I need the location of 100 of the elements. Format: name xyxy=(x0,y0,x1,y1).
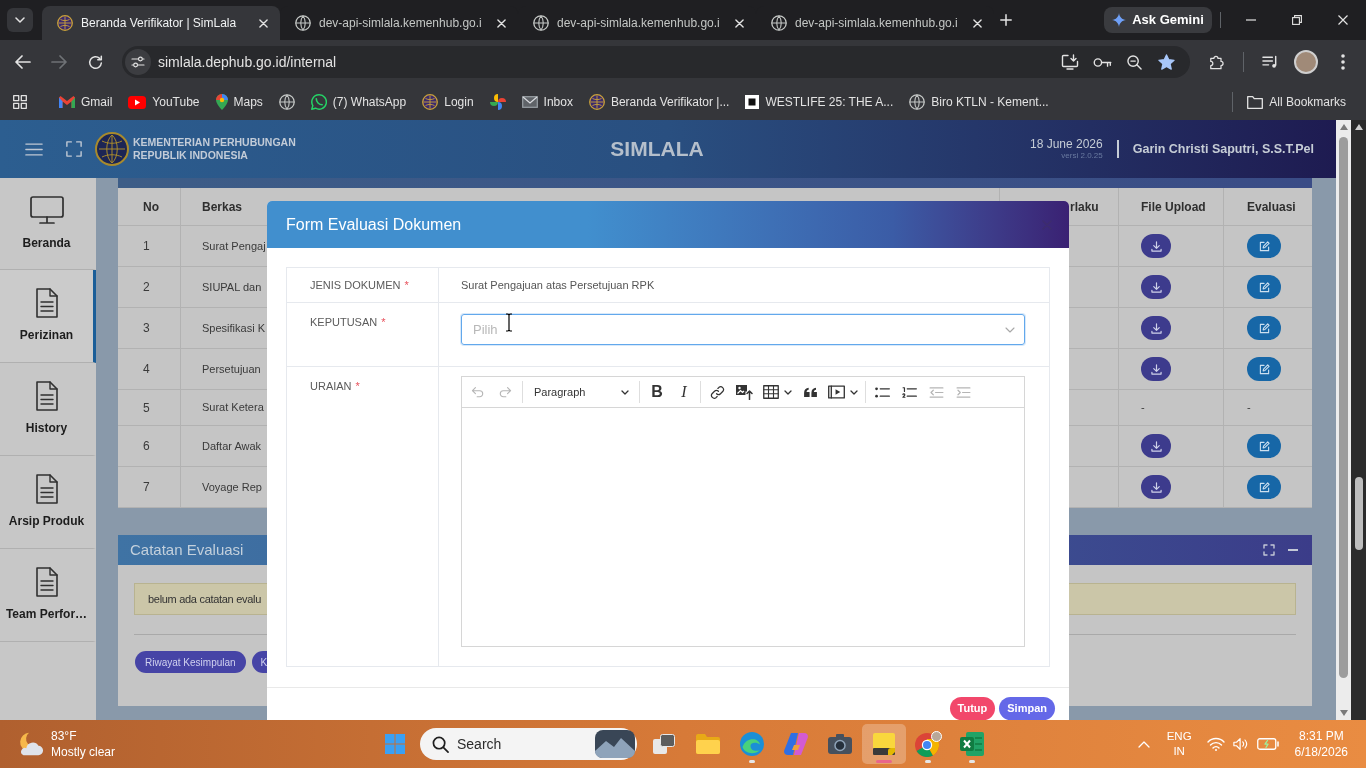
download-button[interactable] xyxy=(1141,275,1171,299)
row-number: 5 xyxy=(143,399,150,417)
taskbar-app-button[interactable] xyxy=(862,724,906,764)
scrollbar-thumb[interactable] xyxy=(1339,137,1348,678)
address-bar[interactable]: simlala.dephub.go.id/internal xyxy=(122,46,1190,78)
paragraph-style-dropdown[interactable]: Paragraph xyxy=(527,379,635,405)
folder-icon xyxy=(1247,95,1264,109)
monitor-icon xyxy=(29,196,64,224)
close-button[interactable]: Tutup xyxy=(949,697,996,720)
document-icon xyxy=(35,288,58,318)
spreadsheet-icon xyxy=(960,732,984,756)
bookmark-link[interactable]: (7) WhatsApp xyxy=(304,88,413,116)
camera-icon xyxy=(828,734,852,754)
conclusion-history-button[interactable]: Riwayat Kesimpulan xyxy=(135,651,246,673)
kebab-icon xyxy=(1341,54,1345,70)
edit-icon xyxy=(1258,481,1270,493)
app-title: SIMLALA xyxy=(610,136,704,163)
version-label: versi 2.0.25 xyxy=(1061,151,1103,161)
document-name: Surat Ketera xyxy=(202,400,264,416)
document-icon xyxy=(35,381,58,411)
media-icon xyxy=(828,385,845,399)
bookmark-link[interactable]: YouTube xyxy=(122,88,206,116)
bold-button[interactable]: B xyxy=(644,379,670,405)
zoom-out-icon xyxy=(1126,54,1142,70)
download-button[interactable] xyxy=(1141,316,1171,340)
globe-icon xyxy=(295,15,311,31)
document-name: Spesifikasi K xyxy=(202,320,265,336)
italic-button[interactable]: I xyxy=(671,379,697,405)
field-label: URAIAN xyxy=(310,379,352,393)
chat-bubble-icon xyxy=(310,94,327,110)
back-arrow-icon xyxy=(15,55,31,69)
modal-title: Form Evaluasi Dokumen xyxy=(286,214,462,235)
edit-button[interactable] xyxy=(1247,234,1281,258)
quote-icon xyxy=(802,386,818,398)
forward-arrow-icon xyxy=(51,55,67,69)
indent-icon xyxy=(955,386,971,398)
download-button[interactable] xyxy=(1141,234,1171,258)
globe-emblem-icon xyxy=(588,94,605,110)
bulleted-list-icon xyxy=(874,386,890,398)
document-name: Voyage Rep xyxy=(202,479,262,495)
document-icon xyxy=(35,474,58,504)
empty-value: - xyxy=(1141,400,1145,416)
bookmark-link[interactable]: Inbox xyxy=(515,88,579,116)
overlapping-windows-icon xyxy=(653,734,675,754)
start-logo-icon xyxy=(385,734,405,754)
menu-icon xyxy=(25,142,43,156)
avatar-icon[interactable] xyxy=(1294,50,1318,74)
caret-icon xyxy=(783,389,792,395)
column-header: Berkas xyxy=(202,198,243,216)
minus-icon xyxy=(1288,549,1298,551)
bookmark-link[interactable]: Biro KTLN - Kement... xyxy=(903,88,1055,116)
playlist-icon xyxy=(1261,55,1279,69)
all-bookmarks-button[interactable]: All Bookmarks xyxy=(1241,88,1352,116)
expand-button[interactable] xyxy=(1262,543,1276,557)
close-icon xyxy=(734,18,744,28)
bookmark-link[interactable]: WESTLIFE 25: THE A... xyxy=(739,88,900,116)
edit-button[interactable] xyxy=(1247,316,1281,340)
sticky-note-icon xyxy=(873,733,895,755)
tab-search-button[interactable] xyxy=(7,8,33,32)
column-header: Evaluasi xyxy=(1247,198,1296,216)
map-pin-icon xyxy=(215,94,228,110)
row-number: 3 xyxy=(143,320,150,337)
document-name: Daftar Awak xyxy=(202,438,262,454)
row-number: 7 xyxy=(143,479,150,496)
field-label: JENIS DOKUMEN xyxy=(310,278,401,292)
bookmark-link[interactable]: Login xyxy=(416,88,480,116)
weather-widget[interactable]: 83°F Mostly clear xyxy=(12,724,119,764)
bookmark-link[interactable]: Beranda Verifikator |... xyxy=(582,88,736,116)
download-button[interactable] xyxy=(1141,475,1171,499)
edit-button[interactable] xyxy=(1247,275,1281,299)
column-header: rlaku xyxy=(1070,198,1099,216)
bookmark-link[interactable]: Gmail xyxy=(53,88,119,116)
apps-grid-icon xyxy=(13,95,27,109)
site-info-button[interactable] xyxy=(125,49,151,75)
close-icon xyxy=(1338,15,1348,25)
user-name: Garin Christi Saputri, S.S.T.Pel xyxy=(1132,140,1314,158)
ask-gemini-button[interactable]: Ask Gemini xyxy=(1104,7,1212,33)
text-cursor-icon xyxy=(505,313,513,332)
speaker-icon xyxy=(1232,737,1249,751)
bookmark-link[interactable]: Maps xyxy=(209,88,269,116)
rich-text-editor[interactable]: Paragraph B I xyxy=(461,376,1025,647)
edit-button[interactable] xyxy=(1247,357,1281,381)
sidebar-item[interactable]: Perizinan xyxy=(0,270,96,363)
browser-tab[interactable]: Beranda Verifikator | SimLala xyxy=(42,6,280,40)
link-icon xyxy=(709,384,725,400)
ministry-name: REPUBLIK INDONESIA xyxy=(133,149,249,162)
download-button[interactable] xyxy=(1141,357,1171,381)
scrollbar-thumb[interactable] xyxy=(1354,477,1363,550)
edit-button[interactable] xyxy=(1247,475,1281,499)
download-button[interactable] xyxy=(1141,434,1171,458)
edit-button[interactable] xyxy=(1247,434,1281,458)
search-box[interactable]: Search xyxy=(420,728,637,760)
outdent-icon xyxy=(928,386,944,398)
globe-emblem-icon xyxy=(57,15,73,31)
save-button[interactable]: Simpan xyxy=(999,697,1055,720)
download-icon xyxy=(1150,281,1162,293)
column-header: No xyxy=(143,198,159,216)
action-button[interactable]: K xyxy=(251,651,268,673)
swirl-logo-icon xyxy=(740,732,764,756)
globe-icon xyxy=(278,94,295,110)
